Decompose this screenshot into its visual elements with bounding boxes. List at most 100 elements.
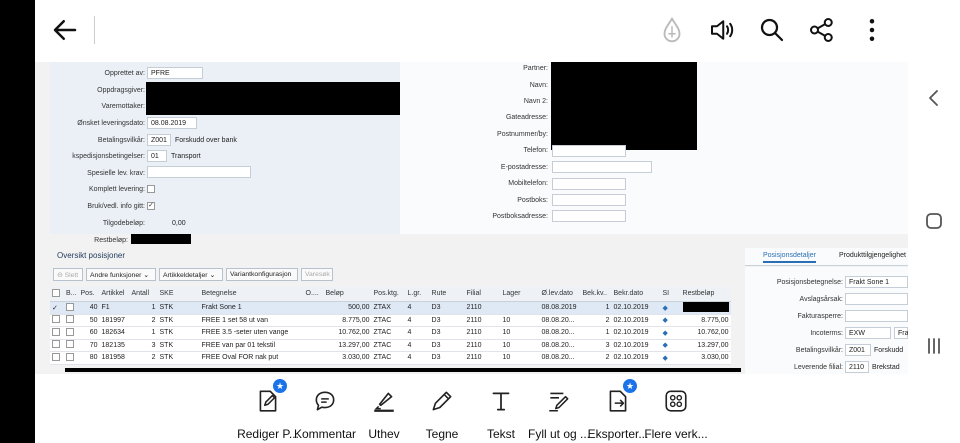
row-checkbox-cell[interactable] xyxy=(64,326,79,340)
select-all-checkbox[interactable] xyxy=(52,288,60,297)
drop-icon[interactable] xyxy=(657,15,687,45)
cell-conf-date: 02.10.2019 xyxy=(611,351,661,365)
row-checkbox[interactable] xyxy=(66,352,74,361)
items-table: B... Pos. Artikkel Antall SKE Betegnelse… xyxy=(50,287,731,365)
row-checkbox-cell[interactable] xyxy=(64,351,79,365)
payment-terms-field[interactable]: Z001 xyxy=(845,344,871,356)
column-header[interactable]: Bek.kv.. xyxy=(580,287,612,302)
row-checkbox[interactable] xyxy=(66,315,74,324)
row-checkbox-cell[interactable] xyxy=(64,339,79,352)
cell-si: ◆ xyxy=(660,314,681,327)
payment-terms-field[interactable]: Z001 xyxy=(147,134,171,146)
nav-recents-icon[interactable] xyxy=(922,334,946,358)
table-row[interactable]: 50 181997 2 STK FREE 1 set 58 ut van 8.7… xyxy=(50,314,731,327)
column-header[interactable]: Artikkel xyxy=(99,287,130,302)
mobile-label: Mobiltelefon: xyxy=(508,180,548,187)
column-header[interactable]: Pos. xyxy=(78,287,100,302)
column-header[interactable]: Filial xyxy=(464,287,501,302)
nav-back-icon[interactable] xyxy=(922,86,946,110)
column-header[interactable]: O.... xyxy=(303,287,324,302)
row-select-checkbox[interactable] xyxy=(52,315,60,324)
edit-toolbar: ★ Rediger P... Kommentar Uthev Tegne Tek… xyxy=(35,374,908,443)
column-header[interactable]: Antall xyxy=(129,287,158,302)
row-select-checkbox[interactable] xyxy=(52,340,60,349)
column-header[interactable]: Lager xyxy=(500,287,540,302)
tab-product-availability[interactable]: Produkttilgjengelighet xyxy=(839,252,906,259)
cell-amount: 3.030,00 xyxy=(323,351,372,365)
email-field[interactable] xyxy=(552,161,652,173)
delete-button[interactable]: ⊖ Slett xyxy=(53,268,83,281)
supplying-branch-field[interactable]: 2110 xyxy=(845,361,869,373)
search-icon[interactable] xyxy=(757,15,787,45)
special-req-field[interactable] xyxy=(147,166,251,178)
created-by-field[interactable]: PFRE xyxy=(147,67,203,79)
row-checkbox[interactable] xyxy=(66,327,74,336)
column-header-select[interactable] xyxy=(50,287,64,302)
column-header[interactable]: Beløp xyxy=(323,287,372,302)
cell-req-date: 08.08.20... xyxy=(539,314,581,327)
variant-config-button[interactable]: Variantkonfigurasjon xyxy=(226,268,298,281)
incoterms-text-field[interactable]: Fra xyxy=(894,327,908,339)
search-button[interactable]: Varesøk xyxy=(301,268,333,281)
nav-home-icon[interactable] xyxy=(922,209,946,233)
row-select-cell[interactable] xyxy=(50,351,64,365)
mobile-field[interactable] xyxy=(552,178,626,190)
fill-sign-icon xyxy=(549,392,569,412)
column-header[interactable]: Restbeløp xyxy=(680,287,731,302)
row-select-checkbox[interactable] xyxy=(52,327,60,336)
complete-delivery-checkbox[interactable] xyxy=(147,185,155,193)
row-select-cell[interactable] xyxy=(50,326,64,340)
arrow-left-icon[interactable] xyxy=(50,15,80,45)
share-icon[interactable] xyxy=(807,15,837,45)
table-row[interactable]: ✓ 40 F1 1 STK Frakt Sone 1 500,00 ZTAX 4… xyxy=(50,301,731,315)
details-tabs: Posisjonsdetaljer Produkttilgjengelighet xyxy=(745,248,908,266)
billing-block-field[interactable] xyxy=(845,310,908,322)
table-row[interactable]: 80 181958 2 STK FREE Oval FOR nak put 3.… xyxy=(50,351,731,365)
row-select-cell[interactable] xyxy=(50,339,64,352)
tab-position-details[interactable]: Posisjonsdetaljer xyxy=(763,252,816,263)
requested-date-field[interactable]: 08.08.2019 xyxy=(147,117,197,129)
column-header[interactable]: SKE xyxy=(157,287,200,302)
incoterms-field[interactable]: EXW xyxy=(845,327,891,339)
position-desc-field[interactable]: Frakt Sone 1 xyxy=(845,276,908,288)
cell-conf-date: 02.10.2019 xyxy=(611,326,661,340)
row-checkbox[interactable] xyxy=(66,302,74,311)
cell-qty: 2 xyxy=(129,314,158,327)
phone-field[interactable] xyxy=(552,145,626,157)
speaker-icon[interactable] xyxy=(707,15,737,45)
table-row[interactable]: 60 182634 1 STK FREE 3.5 -seter uten van… xyxy=(50,326,731,340)
column-header[interactable]: B... xyxy=(64,287,79,302)
cell-rest: 10.762,00 xyxy=(680,326,731,340)
shipping-terms-field[interactable]: 01 xyxy=(147,150,167,162)
app-top-bar xyxy=(35,0,908,62)
cell-branch: 2110 xyxy=(464,301,501,315)
reject-reason-field[interactable] xyxy=(845,293,908,305)
row-select-cell[interactable] xyxy=(50,314,64,327)
row-checkbox[interactable] xyxy=(66,340,74,349)
reject-reason-label: Avslagsårsak: xyxy=(799,296,843,303)
credit-label: Tilgodebeløp: xyxy=(102,220,145,227)
table-header-row: B... Pos. Artikkel Antall SKE Betegnelse… xyxy=(50,287,731,302)
row-checkbox-cell[interactable] xyxy=(64,314,79,327)
row-select-checkbox[interactable] xyxy=(52,352,60,361)
row-select-cell[interactable]: ✓ xyxy=(50,301,64,315)
cell-si: ◆ xyxy=(660,301,681,315)
column-header[interactable]: Rute xyxy=(429,287,465,302)
column-header[interactable]: Pos.ktg. xyxy=(371,287,406,302)
column-header[interactable]: Bekr.dato xyxy=(611,287,661,302)
more-vert-icon[interactable] xyxy=(857,15,887,45)
cell-lgr: 4 xyxy=(405,301,430,315)
pobox-field[interactable] xyxy=(552,194,626,206)
column-header[interactable]: Ø.lev.dato xyxy=(539,287,581,302)
text-icon xyxy=(492,392,510,411)
column-header[interactable]: Betegnelse xyxy=(199,287,304,302)
item-details-button[interactable]: Artikkeldetaljer ⌄ xyxy=(159,268,223,281)
usage-info-checkbox[interactable]: ✓ xyxy=(147,202,155,210)
table-row[interactable]: 70 182135 3 STK FREE van par 01 tekstil … xyxy=(50,339,731,352)
pobox-address-field[interactable] xyxy=(552,210,626,222)
column-header[interactable]: SI xyxy=(660,287,681,302)
column-header[interactable]: L.gr. xyxy=(405,287,430,302)
more-tools-button[interactable]: Flere verk... xyxy=(641,388,711,441)
row-checkbox-cell[interactable] xyxy=(64,301,79,315)
other-functions-button[interactable]: Andre funksjoner ⌄ xyxy=(86,268,156,281)
